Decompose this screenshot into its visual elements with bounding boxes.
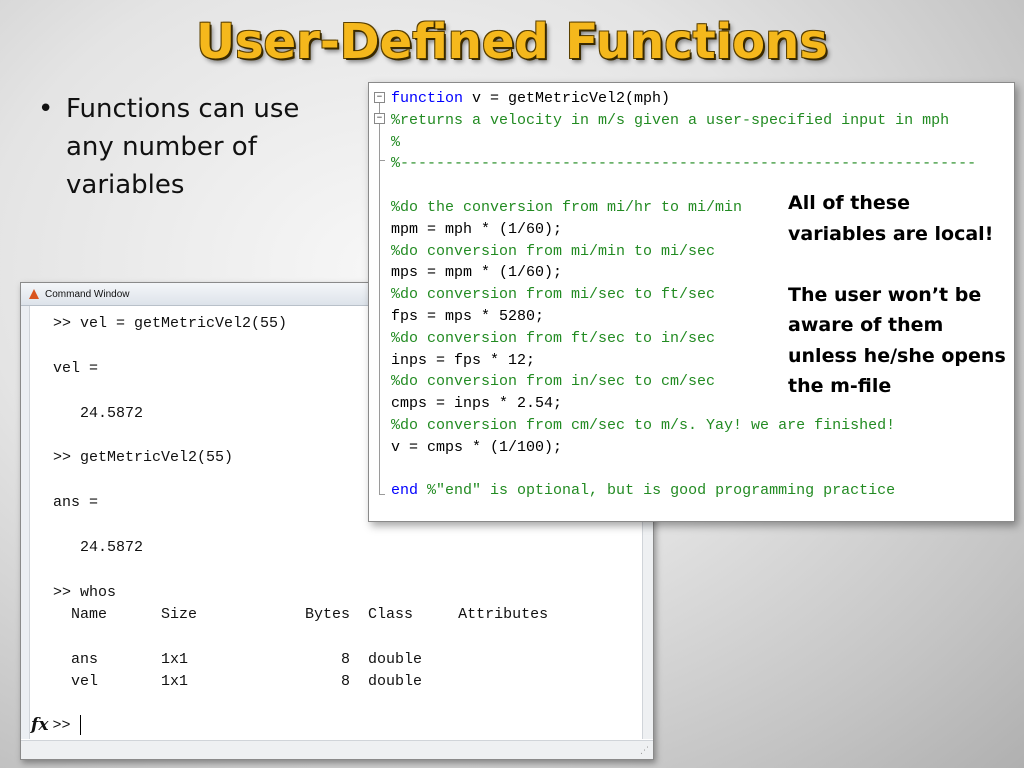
- command-prompt[interactable]: fx >>: [31, 713, 82, 737]
- fold-toggle-icon[interactable]: −: [374, 113, 385, 124]
- callout-line: The user won’t be: [788, 283, 982, 306]
- code-text: cmps = inps * 2.54;: [391, 395, 563, 413]
- callout-line: the m-file: [788, 375, 892, 397]
- text-cursor: [80, 715, 82, 735]
- command-output-line: [53, 559, 641, 581]
- command-output-line: vel 1x1 8 double: [53, 673, 423, 691]
- code-line: %do conversion from cm/sec to m/s. Yay! …: [391, 415, 976, 437]
- command-output-line: 24.5872: [53, 538, 144, 556]
- code-line: %returns a velocity in m/s given a user-…: [391, 110, 976, 132]
- command-window-title: Command Window: [45, 288, 130, 300]
- code-text: mpm = mph * (1/60);: [391, 220, 563, 238]
- code-keyword: end: [391, 482, 419, 500]
- command-window-gutter: [21, 306, 30, 739]
- status-bar: ⋰: [21, 740, 653, 759]
- code-line: %: [391, 132, 976, 154]
- command-output-line: Name Size Bytes Class Attributes: [53, 606, 549, 624]
- fold-toggle-icon[interactable]: −: [374, 92, 385, 103]
- resize-grip-icon[interactable]: ⋰: [640, 746, 649, 756]
- prompt-symbol: >>: [52, 716, 71, 734]
- code-text: fps = mps * 5280;: [391, 307, 545, 325]
- code-comment: %returns a velocity in m/s given a user-…: [391, 111, 950, 129]
- code-line: function v = getMetricVel2(mph): [391, 88, 976, 110]
- local-variables-callout: All of these variables are local! The user…: [788, 188, 1018, 402]
- command-output-line: >> whos: [53, 583, 117, 601]
- code-comment: %do conversion from cm/sec to m/s. Yay! …: [391, 416, 896, 434]
- bullet-list: • Functions can use any number of variab…: [38, 90, 338, 204]
- code-text: mps = mpm * (1/60);: [391, 264, 563, 282]
- code-line: %---------------------------------------…: [391, 153, 976, 175]
- callout-line: All of these: [788, 192, 910, 214]
- callout-line: aware of them: [788, 314, 944, 336]
- fold-guide: [379, 97, 380, 495]
- fx-icon[interactable]: fx: [31, 715, 48, 735]
- code-text: v = cmps * (1/100);: [391, 438, 563, 456]
- command-output-line: ans 1x1 8 double: [53, 650, 423, 668]
- code-comment: %do conversion from in/sec to cm/sec: [391, 373, 716, 391]
- bullet-dot: •: [38, 94, 54, 124]
- code-line: v = cmps * (1/100);: [391, 437, 976, 459]
- bullet-text: Functions can use any number of variable…: [66, 94, 300, 200]
- code-comment: %do the conversion from mi/hr to mi/min: [391, 198, 743, 216]
- code-comment: %do conversion from mi/sec to ft/sec: [391, 286, 716, 304]
- code-line: end %"end" is optional, but is good prog…: [391, 480, 976, 502]
- command-output-line: [53, 626, 641, 648]
- code-comment: %do conversion from mi/min to mi/sec: [391, 242, 716, 260]
- matlab-logo-icon: [29, 289, 39, 299]
- callout-line: unless he/she opens: [788, 344, 1006, 367]
- code-text: v = getMetricVel2(mph): [463, 90, 671, 107]
- code-comment: %"end" is optional, but is good programm…: [427, 482, 896, 500]
- callout-line: variables are local!: [788, 222, 994, 245]
- code-comment: %: [391, 133, 401, 151]
- callout-line: [788, 249, 1018, 280]
- code-comment: %---------------------------------------…: [391, 155, 977, 173]
- code-text: inps = fps * 12;: [391, 351, 536, 369]
- slide-title: User-Defined Functions: [196, 14, 828, 70]
- code-comment: %do conversion from ft/sec to in/sec: [391, 329, 716, 347]
- code-keyword: function: [391, 90, 464, 107]
- fold-end-mark: [379, 160, 385, 161]
- fold-end-mark: [379, 494, 385, 495]
